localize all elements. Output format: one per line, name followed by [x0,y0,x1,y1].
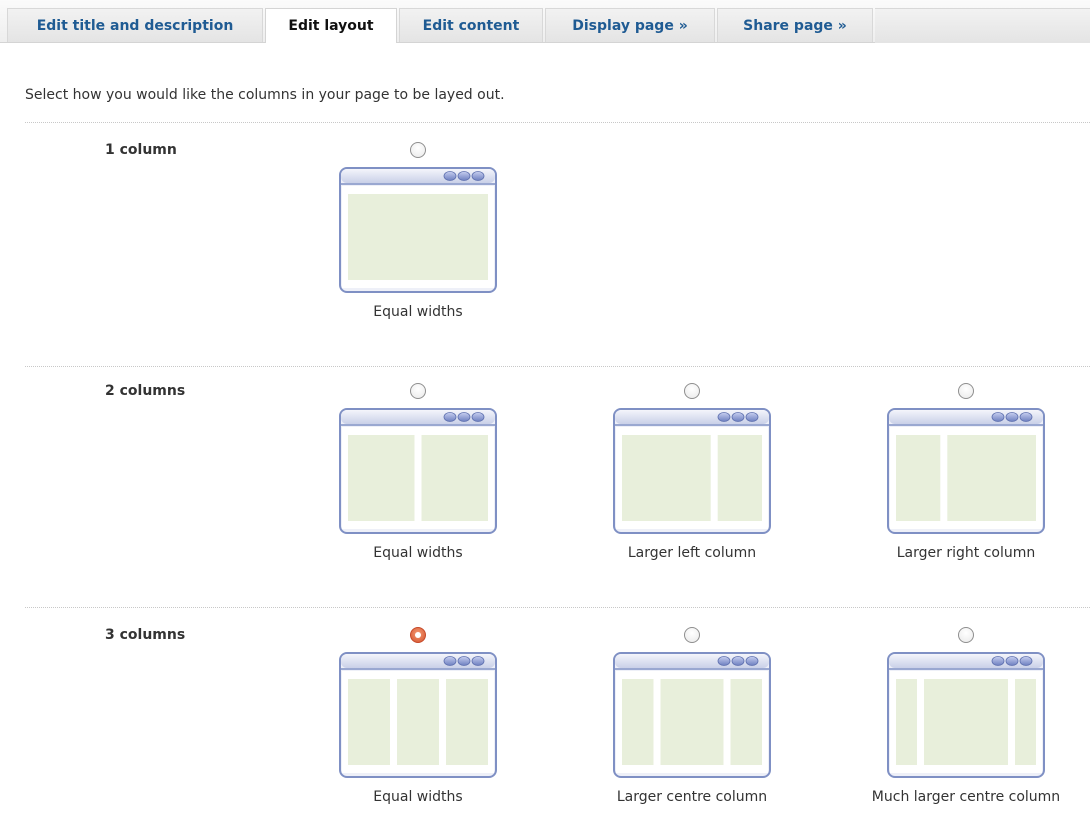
layout-column [717,435,762,521]
option-label: Much larger centre column [871,789,1061,805]
layout-option-3col-equal[interactable]: Equal widths [288,627,548,805]
window-button-icon [443,171,457,181]
window-layout-icon[interactable] [886,651,1046,779]
layout-column [348,194,488,280]
layout-column [730,679,762,765]
radio-3col-much-larger-centre[interactable] [958,627,974,643]
intro-text: Select how you would like the columns in… [25,87,505,103]
separator [25,366,1090,367]
tab-edit-content[interactable]: Edit content [399,8,543,42]
layout-column [421,435,488,521]
layout-column [348,435,415,521]
radio-selected-dot [415,632,421,638]
radio-2col-larger-left[interactable] [684,383,700,399]
radio-1col-equal[interactable] [410,142,426,158]
layout-column [947,435,1036,521]
window-button-icon [457,656,471,666]
window-layout-icon[interactable] [338,651,498,779]
window-button-icon [471,656,485,666]
layout-column [924,679,1008,765]
option-label: Equal widths [373,789,463,805]
row-label-2-columns: 2 columns [105,383,186,399]
window-button-icon [717,656,731,666]
window-button-icon [731,656,745,666]
window-button-icon [443,656,457,666]
window-button-icon [471,412,485,422]
window-button-icon [991,656,1005,666]
layout-option-1col-equal[interactable]: Equal widths [288,142,548,320]
window-layout-icon[interactable] [338,166,498,294]
layout-option-2col-larger-left[interactable]: Larger left column [562,383,822,561]
layout-option-3col-larger-centre[interactable]: Larger centre column [562,627,822,805]
row-label-1-column: 1 column [105,142,177,158]
radio-2col-larger-right[interactable] [958,383,974,399]
window-button-icon [1005,656,1019,666]
window-button-icon [457,171,471,181]
layout-column [896,679,917,765]
layout-option-3col-much-larger-centre[interactable]: Much larger centre column [836,627,1090,805]
layout-option-2col-larger-right[interactable]: Larger right column [836,383,1090,561]
window-button-icon [1019,412,1033,422]
layout-column [1015,679,1036,765]
layout-option-2col-equal[interactable]: Equal widths [288,383,548,561]
layout-column [660,679,724,765]
window-layout-icon[interactable] [612,407,772,535]
window-layout-icon[interactable] [886,407,1046,535]
tab-display-page[interactable]: Display page » [545,8,715,42]
radio-2col-equal[interactable] [410,383,426,399]
option-label: Equal widths [373,545,463,561]
layout-column [622,679,654,765]
option-label: Larger left column [627,545,757,561]
window-button-icon [471,171,485,181]
option-label: Equal widths [373,304,463,320]
tab-bar-filler [875,8,1090,43]
tab-bar: Edit title and description Edit layout E… [0,0,1090,43]
window-button-icon [745,656,759,666]
row-label-3-columns: 3 columns [105,627,186,643]
layout-column [896,435,941,521]
option-label: Larger centre column [616,789,768,805]
tab-share-page[interactable]: Share page » [717,8,873,42]
window-button-icon [731,412,745,422]
window-button-icon [443,412,457,422]
window-button-icon [1005,412,1019,422]
tab-edit-title-description[interactable]: Edit title and description [7,8,263,42]
window-layout-icon[interactable] [612,651,772,779]
window-button-icon [457,412,471,422]
layout-column [622,435,711,521]
option-label: Larger right column [896,545,1036,561]
window-button-icon [745,412,759,422]
radio-3col-equal[interactable] [410,627,426,643]
layout-column [348,679,390,765]
separator [25,122,1090,123]
layout-column [397,679,439,765]
separator [25,607,1090,608]
window-button-icon [717,412,731,422]
radio-3col-larger-centre[interactable] [684,627,700,643]
window-layout-icon[interactable] [338,407,498,535]
tab-edit-layout[interactable]: Edit layout [265,8,397,43]
window-button-icon [991,412,1005,422]
window-button-icon [1019,656,1033,666]
layout-column [446,679,488,765]
